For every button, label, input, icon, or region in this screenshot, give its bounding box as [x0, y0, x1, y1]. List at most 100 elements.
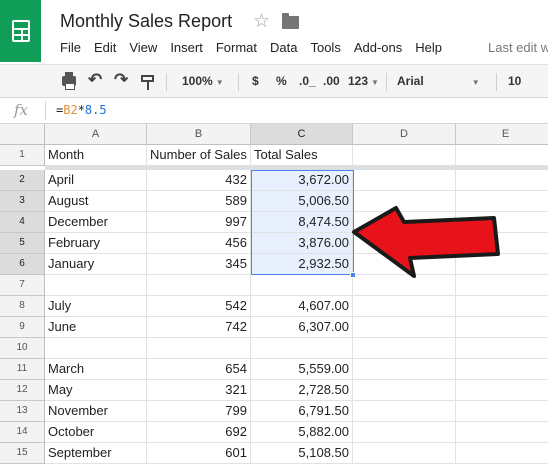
cell-b4[interactable]: 997	[147, 212, 251, 233]
column-header-b[interactable]: B	[147, 124, 251, 145]
cell-b10[interactable]	[147, 338, 251, 359]
cell-a1[interactable]: Month	[45, 145, 147, 166]
cell-d12[interactable]	[353, 380, 456, 401]
cell-b2[interactable]: 432	[147, 170, 251, 191]
row-header[interactable]: 4	[0, 212, 45, 233]
cell-b15[interactable]: 601	[147, 443, 251, 464]
row-header[interactable]: 5	[0, 233, 45, 254]
menu-data[interactable]: Data	[270, 40, 297, 56]
menu-insert[interactable]: Insert	[170, 40, 203, 56]
cell-d14[interactable]	[353, 422, 456, 443]
paint-format-icon[interactable]	[141, 75, 154, 90]
document-title[interactable]: Monthly Sales Report	[60, 11, 232, 32]
cell-c12[interactable]: 2,728.50	[251, 380, 353, 401]
cell-c6[interactable]: 2,932.50	[251, 254, 353, 275]
cell-a10[interactable]	[45, 338, 147, 359]
menu-edit[interactable]: Edit	[94, 40, 116, 56]
cell-a7[interactable]	[45, 275, 147, 296]
cell-b7[interactable]	[147, 275, 251, 296]
cell-d11[interactable]	[353, 359, 456, 380]
cell-a11[interactable]: March	[45, 359, 147, 380]
column-header-d[interactable]: D	[353, 124, 456, 145]
more-formats-select[interactable]: 123 ▼	[348, 74, 379, 88]
cell-a15[interactable]: September	[45, 443, 147, 464]
row-header[interactable]: 6	[0, 254, 45, 275]
row-header[interactable]: 2	[0, 170, 45, 191]
cell-e10[interactable]	[456, 338, 548, 359]
row-header[interactable]: 1	[0, 145, 45, 166]
zoom-select[interactable]: 100% ▼	[182, 74, 224, 88]
percent-format-button[interactable]: %	[276, 74, 287, 88]
print-icon[interactable]	[62, 72, 76, 90]
cell-d13[interactable]	[353, 401, 456, 422]
cell-a5[interactable]: February	[45, 233, 147, 254]
row-header[interactable]: 8	[0, 296, 45, 317]
cell-e14[interactable]	[456, 422, 548, 443]
cell-c10[interactable]	[251, 338, 353, 359]
menu-addons[interactable]: Add-ons	[354, 40, 402, 56]
increase-decimals-button[interactable]: .00	[323, 74, 340, 88]
formula-input[interactable]: =B2*8.5	[56, 103, 107, 117]
folder-icon[interactable]	[282, 13, 299, 29]
cell-e11[interactable]	[456, 359, 548, 380]
cell-a14[interactable]: October	[45, 422, 147, 443]
cell-e13[interactable]	[456, 401, 548, 422]
cell-b12[interactable]: 321	[147, 380, 251, 401]
row-header[interactable]: 15	[0, 443, 45, 464]
cell-d2[interactable]	[353, 170, 456, 191]
cell-b13[interactable]: 799	[147, 401, 251, 422]
currency-format-button[interactable]: $	[252, 74, 259, 88]
cell-b8[interactable]: 542	[147, 296, 251, 317]
cell-e1[interactable]	[456, 145, 548, 166]
cell-c4[interactable]: 8,474.50	[251, 212, 353, 233]
menu-file[interactable]: File	[60, 40, 81, 56]
menu-view[interactable]: View	[129, 40, 157, 56]
cell-b9[interactable]: 742	[147, 317, 251, 338]
frozen-row-divider[interactable]	[45, 166, 548, 170]
cell-c15[interactable]: 5,108.50	[251, 443, 353, 464]
cell-c11[interactable]: 5,559.00	[251, 359, 353, 380]
cell-e9[interactable]	[456, 317, 548, 338]
cell-c13[interactable]: 6,791.50	[251, 401, 353, 422]
undo-icon[interactable]: ↶	[88, 70, 102, 90]
cell-a13[interactable]: November	[45, 401, 147, 422]
row-header[interactable]: 11	[0, 359, 45, 380]
font-size-select[interactable]: 10	[508, 74, 521, 88]
cell-a3[interactable]: August	[45, 191, 147, 212]
cell-d1[interactable]	[353, 145, 456, 166]
cell-b3[interactable]: 589	[147, 191, 251, 212]
cell-d15[interactable]	[353, 443, 456, 464]
cell-c7[interactable]	[251, 275, 353, 296]
cell-c9[interactable]: 6,307.00	[251, 317, 353, 338]
select-all-corner[interactable]	[0, 124, 45, 145]
cell-b1[interactable]: Number of Sales	[147, 145, 251, 166]
row-header[interactable]: 13	[0, 401, 45, 422]
cell-c3[interactable]: 5,006.50	[251, 191, 353, 212]
cell-c2[interactable]: 3,672.00	[251, 170, 353, 191]
cell-e15[interactable]	[456, 443, 548, 464]
menu-help[interactable]: Help	[415, 40, 442, 56]
cell-d8[interactable]	[353, 296, 456, 317]
row-header[interactable]: 10	[0, 338, 45, 359]
cell-a8[interactable]: July	[45, 296, 147, 317]
row-header[interactable]: 7	[0, 275, 45, 296]
column-header-e[interactable]: E	[456, 124, 548, 145]
sheets-logo-icon[interactable]	[0, 0, 41, 62]
cell-d10[interactable]	[353, 338, 456, 359]
cell-a2[interactable]: April	[45, 170, 147, 191]
cell-a12[interactable]: May	[45, 380, 147, 401]
menu-tools[interactable]: Tools	[310, 40, 340, 56]
cell-b11[interactable]: 654	[147, 359, 251, 380]
cell-b6[interactable]: 345	[147, 254, 251, 275]
cell-c14[interactable]: 5,882.00	[251, 422, 353, 443]
row-header[interactable]: 3	[0, 191, 45, 212]
cell-b5[interactable]: 456	[147, 233, 251, 254]
cell-e2[interactable]	[456, 170, 548, 191]
row-header[interactable]: 9	[0, 317, 45, 338]
redo-icon[interactable]: ↷	[114, 70, 128, 90]
row-header[interactable]: 14	[0, 422, 45, 443]
column-header-c[interactable]: C	[251, 124, 353, 145]
star-icon[interactable]: ☆	[253, 10, 270, 33]
cell-c5[interactable]: 3,876.00	[251, 233, 353, 254]
cell-e12[interactable]	[456, 380, 548, 401]
